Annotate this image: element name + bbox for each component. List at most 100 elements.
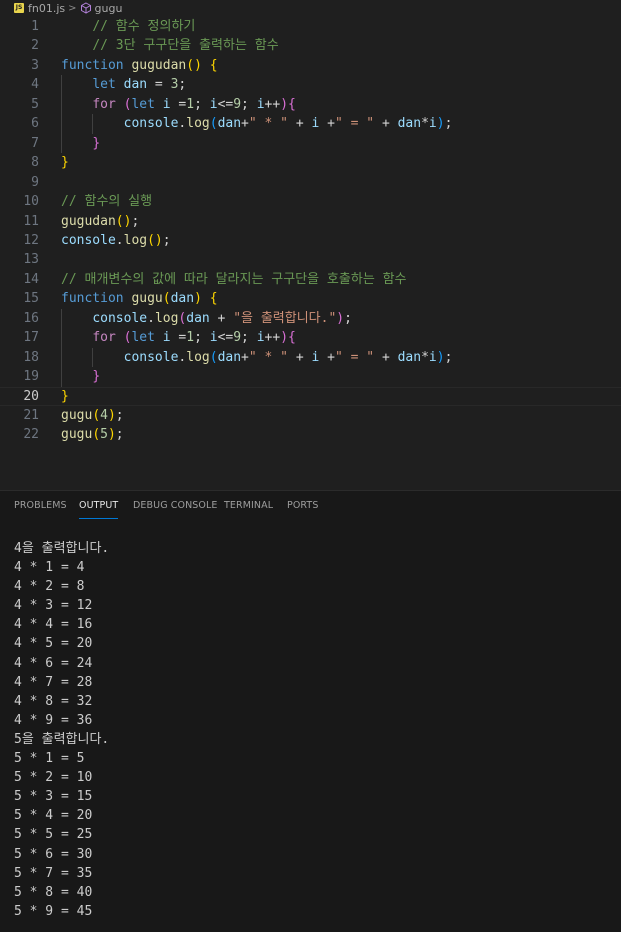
code-token: ( (209, 116, 218, 132)
code-token: 1 (186, 96, 195, 112)
code-line[interactable]: 13 (0, 250, 621, 269)
code-line[interactable]: 14 // 매개변수의 값에 따라 달라지는 구구단을 호출하는 함수 (0, 270, 621, 289)
code-token: { (209, 57, 218, 73)
code-line[interactable]: 2 // 3단 구구단을 출력하는 함수 (0, 36, 621, 55)
code-token: dan (217, 349, 242, 365)
line-number: 3 (31, 57, 39, 73)
code-token: ) (107, 408, 116, 423)
code-token: + (319, 349, 335, 365)
line-number: 22 (23, 427, 39, 443)
line-number: 7 (31, 135, 39, 151)
code-line[interactable]: 7 } (0, 134, 621, 153)
code-token: gugu (61, 408, 93, 423)
code-line[interactable]: 11 gugudan(); (0, 212, 621, 231)
output-line: 4 * 5 = 20 (14, 636, 93, 652)
code-token: () (115, 213, 132, 229)
code-token: i (162, 96, 171, 112)
code-token: dan (186, 310, 210, 326)
code-token: log (123, 232, 148, 248)
code-token: i (256, 96, 265, 112)
code-line[interactable]: 21 gugu(4); (0, 406, 621, 425)
code-token: for (92, 330, 116, 346)
tab-terminal[interactable]: TERMINAL (224, 500, 273, 520)
line-number: 20 (23, 388, 39, 404)
code-token: i (428, 349, 437, 365)
line-number: 10 (23, 194, 39, 210)
output-line: 5 * 1 = 5 (14, 751, 85, 767)
line-number: 6 (31, 116, 39, 132)
code-editor[interactable]: 1 // 함수 정의하기 2 // 3단 구구단을 출력하는 함수 3 functio… (0, 16, 621, 490)
output-line: 4 * 8 = 32 (14, 693, 93, 709)
line-code: gugu(4); (61, 406, 124, 425)
line-code: } (61, 153, 69, 172)
code-line[interactable]: 9 (0, 173, 621, 192)
code-line[interactable]: 20} (0, 386, 621, 406)
code-token: " * " (248, 116, 289, 132)
code-token: 4 (100, 408, 108, 423)
output-line: 5 * 3 = 15 (14, 789, 93, 805)
code-token: // 함수의 실행 (61, 194, 153, 210)
code-token: gugu (131, 291, 163, 307)
code-line[interactable]: 22 gugu(5); (0, 425, 621, 444)
code-token: // 3단 구구단을 출력하는 함수 (92, 38, 279, 54)
output-line: 5 * 2 = 10 (14, 770, 93, 786)
code-token: { (209, 291, 218, 307)
line-number: 4 (31, 77, 39, 93)
code-line[interactable]: 6 console.log(dan+" * " + i +" = " + dan… (0, 114, 621, 133)
breadcrumb-file-name[interactable]: fn01.js (28, 2, 65, 15)
code-token: ; (194, 96, 210, 112)
code-token: } (92, 135, 101, 151)
code-token: console (92, 310, 148, 326)
code-line[interactable]: 3 function gugudan() { (0, 56, 621, 75)
code-token: ) (280, 330, 289, 346)
code-token: log (186, 116, 210, 132)
code-token: let (131, 330, 155, 346)
code-token: 9 (233, 96, 242, 112)
line-code: // 함수의 실행 (61, 192, 152, 211)
line-number: 11 (23, 213, 39, 229)
code-line[interactable]: 4 let dan = 3; (0, 75, 621, 94)
code-token: function (61, 57, 124, 73)
code-line[interactable]: 10 // 함수의 실행 (0, 192, 621, 211)
tab-output[interactable]: OUTPUT (79, 500, 119, 520)
code-line[interactable]: 15 function gugu(dan) { (0, 289, 621, 308)
code-token: i (209, 96, 218, 112)
tab-problems[interactable]: PROBLEMS (14, 500, 67, 520)
line-number: 8 (31, 155, 39, 171)
tab-debug-console[interactable]: DEBUG CONSOLE (133, 500, 218, 520)
code-token: . (115, 232, 124, 248)
line-number: 21 (23, 408, 39, 423)
line-code: // 매개변수의 값에 따라 달라지는 구구단을 호출하는 함수 (61, 270, 407, 289)
code-line[interactable]: 12 console.log(); (0, 231, 621, 250)
code-token: i (256, 330, 265, 346)
code-line[interactable]: 17 for (let i =1; i<=9; i++){ (0, 328, 621, 347)
output-log[interactable]: 4을 출력합니다. 4 * 1 = 4 4 * 2 = 8 4 * 3 = 12 4 *… (14, 539, 614, 921)
output-line: 4 * 4 = 16 (14, 617, 93, 633)
code-line[interactable]: 8} (0, 153, 621, 172)
code-token: i (209, 330, 218, 346)
code-line[interactable]: 18 console.log(dan+" * " + i +" = " + da… (0, 348, 621, 367)
tab-ports[interactable]: PORTS (287, 500, 318, 520)
code-line[interactable]: 1 // 함수 정의하기 (0, 17, 621, 36)
code-token: + (288, 349, 312, 365)
code-token: + (374, 116, 398, 132)
code-token: * (421, 349, 429, 365)
breadcrumb-symbol-name[interactable]: gugu (95, 2, 123, 15)
line-code: let dan = 3; (61, 75, 186, 94)
code-line[interactable]: 19 } (0, 367, 621, 386)
output-line: 5을 출력합니다. (14, 731, 110, 747)
output-line: 5 * 5 = 25 (14, 827, 93, 843)
code-line[interactable]: 16 console.log(dan + "을 출력합니다."); (0, 309, 621, 328)
output-line: 4 * 9 = 36 (14, 712, 93, 728)
code-line[interactable]: 5 for (let i =1; i<=9; i++){ (0, 95, 621, 114)
panel-tab-bar: PROBLEMS OUTPUT DEBUG CONSOLE TERMINAL PORTS (0, 491, 621, 521)
code-token: = (147, 77, 171, 93)
